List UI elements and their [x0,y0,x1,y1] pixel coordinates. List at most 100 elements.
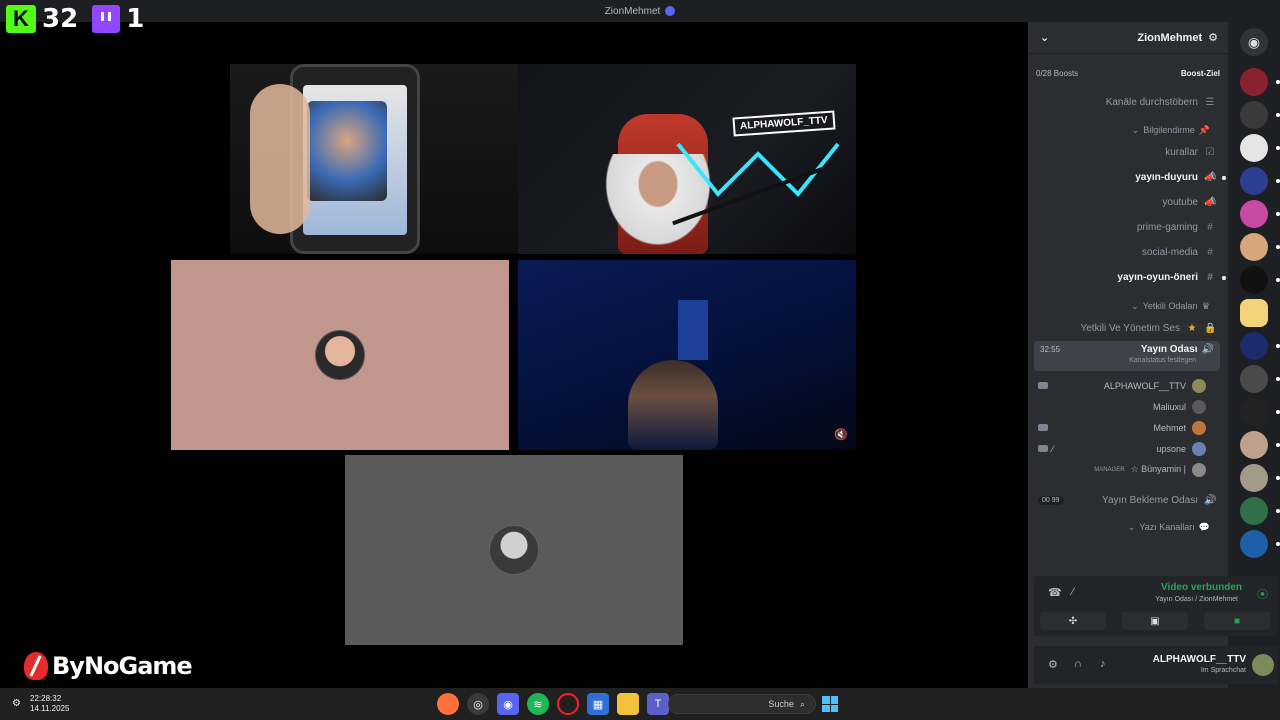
opera-icon[interactable] [557,693,579,715]
avatar [315,330,365,380]
voice-member[interactable]: Maliuxul [1028,396,1228,417]
windows-start-icon[interactable] [822,696,838,712]
kick-viewer-count: 32 [42,4,79,34]
server-icon[interactable] [1240,68,1280,96]
member-name: upsone [1156,443,1186,454]
firefox-icon[interactable] [437,693,459,715]
browse-channels-label: Kanäle durchstöbern [1105,96,1198,108]
category-label: Bilgilendirme [1143,125,1195,135]
hashtag-icon: # [1207,222,1213,233]
clock-time: 22:28:32 [30,694,62,703]
active-voice-channel[interactable]: 32:55 Yayın Odası 🔊 Kanalstatus festlege… [1034,341,1220,371]
settings-icon[interactable]: ⚙ [12,698,21,709]
discord-home-icon[interactable]: ◉ [1240,28,1268,56]
teams-icon[interactable]: T [647,693,669,715]
microphone-icon[interactable]: ♪ [1100,658,1106,670]
voice-member[interactable]: Mehmet [1028,417,1228,438]
category-auth[interactable]: ⌄ Yetkili Odaları ♛ [1028,296,1228,316]
taskbar-clock[interactable]: 22:28:32 14.11.2025 [30,694,69,714]
store-icon[interactable]: ▦ [587,693,609,715]
spotify-icon[interactable]: ≋ [527,693,549,715]
member-name: Maliuxul [1152,401,1186,412]
channel-youtube[interactable]: youtube 📣 [1028,190,1228,215]
camera-icon [1038,445,1048,452]
activities-button[interactable]: ✣ [1040,612,1106,630]
avatar [489,525,539,575]
channel-status-hint[interactable]: Kanalstatus festlegen [1040,357,1214,364]
channel-locked-voice[interactable]: Yetkili Ve Yönetim Ses ★ 🔒 [1028,316,1228,341]
channel-prime-gaming[interactable]: prime-gaming # [1028,215,1228,240]
category-text[interactable]: ⌄ Yazı Kanalları 💬 [1028,517,1228,537]
category-info[interactable]: ⌄ Bilgilendirme 📌 [1028,120,1228,140]
server-header[interactable]: ⌄ ZionMehmet ⚙ [1028,22,1228,54]
avatar[interactable] [1252,654,1274,676]
discord-icon[interactable]: ◉ [497,693,519,715]
server-icon[interactable] [1240,398,1280,426]
noise-suppression-icon[interactable]: ⁄ [1072,586,1074,598]
video-tile-pink[interactable] [171,260,509,450]
window-title: ZionMehmet [604,5,661,17]
server-icon[interactable] [1240,332,1280,360]
server-icon[interactable] [1240,464,1280,492]
phone-artwork [307,101,387,201]
server-icon[interactable] [1240,101,1280,129]
disconnect-icon[interactable]: ☎ [1048,586,1062,599]
server-icon[interactable] [1240,233,1280,261]
server-icon[interactable] [1240,200,1280,228]
user-status: Im Sprachchat [1200,667,1246,674]
server-name: ZionMehmet [1137,31,1203,44]
camera-icon: ■ [1233,615,1241,627]
channel-social-media[interactable]: social-media # [1028,240,1228,265]
hashtag-icon: # [1207,272,1213,283]
app-icon[interactable]: ◎ [467,693,489,715]
video-stage: ALPHAWOLF_TTV 🔇 [0,22,1028,688]
voice-member[interactable]: MANAGER ☆ Bünyamin | [1028,459,1228,480]
speaker-icon: 🔊 [1204,495,1217,506]
chat-icon: 💬 [1198,521,1210,532]
gear-icon[interactable]: ⚙ [1208,31,1218,44]
chevron-down-icon: ⌄ [1127,521,1136,532]
video-tile-game-room[interactable]: ALPHAWOLF_TTV [518,64,856,254]
video-tile-blue-room[interactable]: 🔇 [518,260,856,450]
chevron-down-icon[interactable]: ⌄ [1040,31,1049,44]
server-icon[interactable] [1240,497,1280,525]
server-icon[interactable] [1240,365,1280,393]
headphones-icon[interactable]: ∩ [1074,658,1082,670]
kick-icon: K [6,5,36,33]
gear-icon[interactable]: ⚙ [1048,658,1058,671]
screen-share-button[interactable]: ▣ [1122,612,1188,630]
camera-button[interactable]: ■ [1204,612,1270,630]
browse-channels[interactable]: Kanäle durchstöbern ☰ [1028,88,1228,116]
voice-member[interactable]: ALPHAWOLF__TTV [1028,375,1228,396]
channel-waiting-room[interactable]: 00 99 Yayın Bekleme Odası 🔊 [1028,488,1228,513]
channel-yayin-oyun-oneri[interactable]: yayın-oyun-öneri # [1028,265,1228,290]
boost-goal[interactable]: 0/28 Boosts Boost-Ziel [1036,64,1220,82]
channel-label: youtube [1162,197,1198,208]
hand-image [250,84,310,234]
channel-yayin-duyuru[interactable]: yayın-duyuru 📣 [1028,165,1228,190]
mic-muted-icon: 🔇 [834,429,848,441]
clock-date: 14.11.2025 [30,704,70,713]
member-role-tag: MANAGER [1094,466,1125,473]
server-icon[interactable] [1240,431,1280,459]
twitch-viewer-count: 1 [126,4,145,34]
bynogame-watermark: ByNoGame [24,652,193,680]
voice-status: Video verbunden [1161,582,1242,593]
video-tile-gray[interactable] [345,455,683,645]
server-icon[interactable] [1240,167,1280,195]
signal-icon[interactable]: ⦿ [1257,586,1268,602]
server-icon[interactable] [1240,134,1280,162]
server-icon[interactable] [1240,530,1280,558]
folder-icon[interactable] [617,693,639,715]
voice-channel-name: Yayın Odası [1140,344,1198,355]
server-icon[interactable] [1240,266,1280,294]
windows-taskbar: ⚙ 22:28:32 14.11.2025 ◎ ◉ ≋ ▦ T Suche ⌕ [0,688,1280,720]
chevron-down-icon: ⌄ [1131,124,1140,135]
voice-location[interactable]: Yayın Odası / ZionMehmet [1155,596,1238,603]
member-name: ☆ Bünyamin | [1130,464,1186,474]
taskbar-search[interactable]: Suche ⌕ [668,694,816,714]
voice-member[interactable]: ⁄ upsone [1028,438,1228,459]
channel-kurallar[interactable]: kurallar ☑ [1028,140,1228,165]
pin-icon: 📌 [1198,124,1210,135]
gift-icon[interactable] [1240,299,1268,327]
